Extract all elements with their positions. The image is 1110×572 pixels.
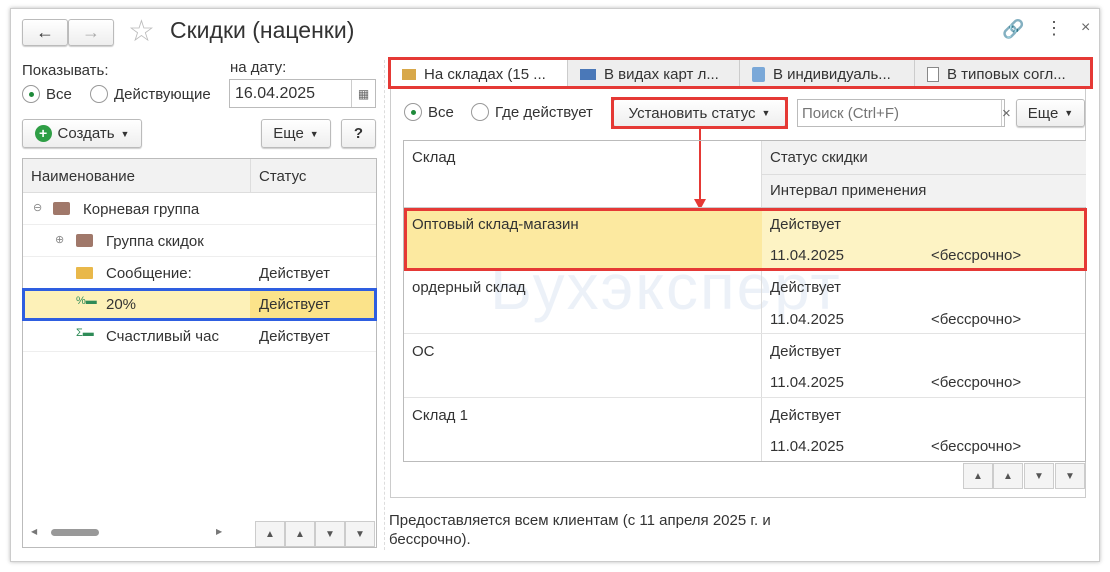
collapse-icon[interactable]: ⊖ xyxy=(33,201,42,214)
tree-row[interactable]: ⊕ Группа скидок xyxy=(23,226,376,257)
tree-row[interactable]: Σ▬ Счастливый час Действует xyxy=(23,321,376,352)
search-input[interactable] xyxy=(798,100,1001,126)
arrow-left-icon: ← xyxy=(36,22,54,42)
more-button[interactable]: Еще ▼ xyxy=(261,119,331,148)
table-row[interactable]: Склад 1 Действует 11.04.2025 <бессрочно> xyxy=(404,398,1085,461)
table-row[interactable]: ордерный склад Действует 11.04.2025 <бес… xyxy=(404,271,1085,334)
radio-where-active[interactable]: Где действует xyxy=(471,103,593,121)
set-status-highlight xyxy=(611,97,788,129)
tabs-highlight xyxy=(388,57,1093,89)
tree-row-selected[interactable]: %▬ 20% Действует xyxy=(22,288,377,321)
back-button[interactable]: ← xyxy=(22,19,68,46)
move-first-button-right[interactable]: ▲ xyxy=(963,463,993,489)
warehouses-table: Склад Статус скидки Интервал применения … xyxy=(403,140,1087,462)
column-status-header[interactable]: Статус скидки xyxy=(770,149,868,166)
column-name-header[interactable]: Наименование xyxy=(31,168,135,185)
sum-discount-icon: Σ▬ xyxy=(76,327,94,339)
row-highlight xyxy=(404,208,1087,271)
create-button[interactable]: + Создать ▼ xyxy=(22,119,142,148)
folder-icon xyxy=(53,202,70,215)
search-field[interactable]: × xyxy=(797,99,1011,127)
expand-icon[interactable]: ⊕ xyxy=(55,233,64,246)
forward-button[interactable]: → xyxy=(68,19,114,46)
column-warehouse-header[interactable]: Склад xyxy=(412,149,455,166)
move-last-button[interactable]: ▼ xyxy=(345,521,375,547)
move-up-button-right[interactable]: ▲ xyxy=(993,463,1023,489)
show-label: Показывать: xyxy=(22,62,109,79)
more-button-right[interactable]: Еще ▼ xyxy=(1016,99,1085,127)
date-label: на дату: xyxy=(230,59,287,76)
favorite-star-icon[interactable]: ☆ xyxy=(128,14,155,49)
move-up-button[interactable]: ▲ xyxy=(285,521,315,547)
tree-row[interactable]: Сообщение: Действует xyxy=(23,258,376,289)
column-interval-header[interactable]: Интервал применения xyxy=(770,182,926,199)
splitter[interactable] xyxy=(384,60,385,550)
clear-search-icon[interactable]: × xyxy=(1001,100,1011,126)
table-row[interactable]: ОС Действует 11.04.2025 <бессрочно> xyxy=(404,334,1085,398)
page-title: Скидки (наценки) xyxy=(170,17,355,43)
close-icon[interactable]: × xyxy=(1081,19,1090,37)
percent-discount-icon: %▬ xyxy=(76,295,97,307)
radio-active[interactable]: Действующие xyxy=(90,85,211,103)
scroll-left-icon[interactable]: ◀ xyxy=(31,527,37,536)
scroll-right-icon[interactable]: ▶ xyxy=(216,527,222,536)
link-icon[interactable]: 🔗 xyxy=(1002,19,1024,40)
tree-row[interactable]: ⊖ Корневая группа xyxy=(23,194,376,225)
more-vertical-icon[interactable]: ⋮ xyxy=(1045,18,1063,39)
radio-all-right[interactable]: Все xyxy=(404,103,454,121)
help-button[interactable]: ? xyxy=(341,119,376,148)
move-down-button-right[interactable]: ▼ xyxy=(1024,463,1054,489)
envelope-icon xyxy=(76,267,93,279)
discount-description: Предоставляется всем клиентам (с 11 апре… xyxy=(389,512,771,548)
move-down-button[interactable]: ▼ xyxy=(315,521,345,547)
calendar-icon[interactable]: ▦ xyxy=(351,80,375,107)
move-last-button-right[interactable]: ▼ xyxy=(1055,463,1085,489)
column-status-header[interactable]: Статус xyxy=(259,168,306,185)
date-field[interactable]: 16.04.2025 ▦ xyxy=(229,79,376,108)
discounts-tree: Наименование Статус ⊖ Корневая группа ⊕ … xyxy=(22,158,377,548)
plus-circle-icon: + xyxy=(34,125,52,142)
move-first-button[interactable]: ▲ xyxy=(255,521,285,547)
horizontal-scrollbar[interactable] xyxy=(51,529,99,536)
arrow-right-icon: → xyxy=(82,22,100,42)
radio-all[interactable]: Все xyxy=(22,85,72,103)
folder-icon xyxy=(76,234,93,247)
